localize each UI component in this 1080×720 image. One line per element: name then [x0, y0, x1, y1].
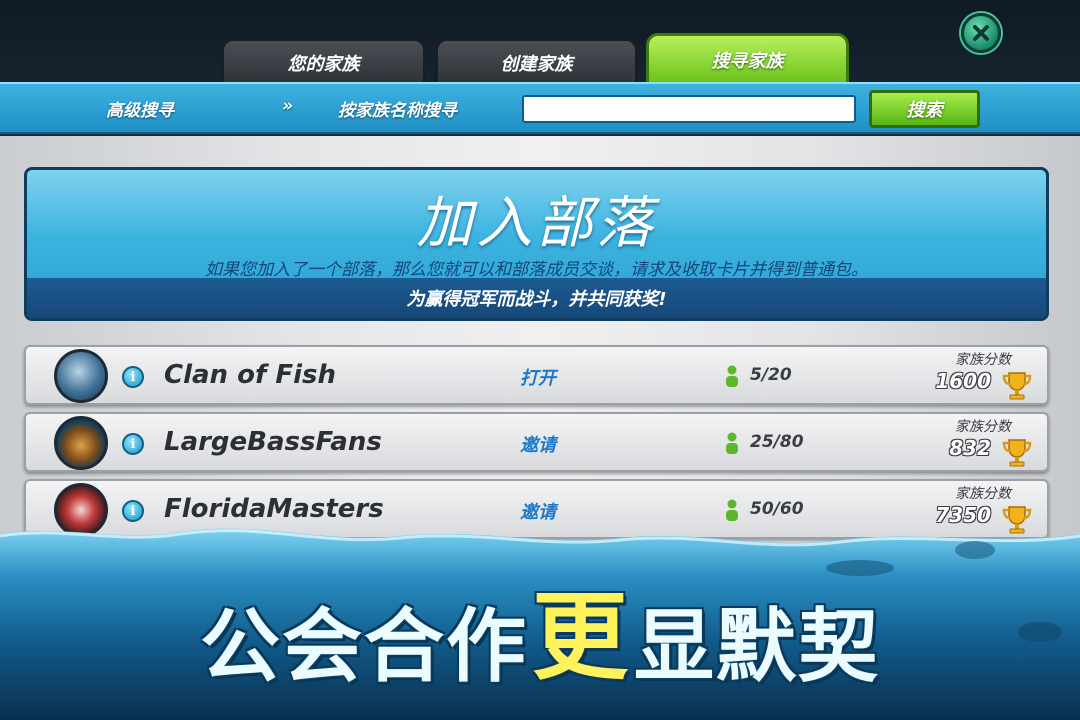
advanced-search-link[interactable]: 高级搜寻 — [106, 96, 174, 121]
arrow-icon: » — [282, 96, 294, 116]
member-count: 50/60 — [750, 499, 804, 519]
tab-label: 您的家族 — [287, 53, 360, 75]
tab-your-clan[interactable]: 您的家族 — [221, 38, 426, 84]
slogan-part-3: 显默契 — [634, 600, 880, 693]
slogan-part-1: 公会合作 — [200, 600, 528, 693]
info-icon[interactable]: i — [122, 366, 144, 388]
search-by-name-label: 按家族名称搜寻 — [338, 101, 457, 121]
clan-status-link[interactable]: 打开 — [520, 364, 556, 390]
tab-search-clan[interactable]: 搜寻家族 — [646, 33, 849, 83]
score-label: 家族分数 — [955, 419, 1011, 435]
tab-label: 搜寻家族 — [711, 50, 784, 72]
member-count: 5/20 — [750, 365, 792, 385]
banner-description: 如果您加入了一个部落，那么您就可以和部落成员交谈，请求及收取卡片并得到普通包。 — [205, 260, 868, 280]
member-icon — [726, 499, 738, 521]
clan-name: LargeBassFans — [164, 427, 382, 457]
promo-slogan: 公会合作 更 显默契 — [0, 578, 1080, 698]
member-count: 25/80 — [750, 432, 804, 452]
clan-name: Clan of Fish — [164, 360, 336, 390]
score-label: 家族分数 — [955, 486, 1011, 502]
info-icon[interactable]: i — [122, 433, 144, 455]
tab-create-clan[interactable]: 创建家族 — [435, 38, 638, 84]
clan-score: 1600 — [935, 369, 991, 393]
join-clan-banner: 加入部落 如果您加入了一个部落，那么您就可以和部落成员交谈，请求及收取卡片并得到… — [24, 167, 1049, 321]
search-bar: 高级搜寻 » 按家族名称搜寻 搜索 — [0, 82, 1080, 134]
close-icon — [973, 25, 989, 41]
info-icon[interactable]: i — [122, 500, 144, 522]
clan-status-link[interactable]: 邀请 — [520, 431, 556, 457]
tab-label: 创建家族 — [500, 53, 573, 75]
member-icon — [726, 432, 738, 454]
clan-row[interactable]: i Clan of Fish 打开 5/20 家族分数 1600 — [24, 345, 1049, 405]
clan-avatar — [54, 416, 108, 470]
search-button[interactable]: 搜索 — [869, 90, 980, 128]
trophy-icon — [1002, 439, 1032, 467]
slogan-part-2: 更 — [532, 581, 630, 693]
banner-title: 加入部落 — [416, 191, 657, 256]
clan-avatar — [54, 349, 108, 403]
clan-name-search-input[interactable] — [522, 95, 856, 123]
close-button[interactable] — [961, 13, 1001, 53]
clan-score: 832 — [949, 436, 991, 460]
member-icon — [726, 365, 738, 387]
score-label: 家族分数 — [955, 352, 1011, 368]
trophy-icon — [1002, 372, 1032, 400]
banner-subtitle: 为赢得冠军而战斗，并共同获奖! — [406, 289, 667, 310]
clan-row[interactable]: i LargeBassFans 邀请 25/80 家族分数 832 — [24, 412, 1049, 472]
